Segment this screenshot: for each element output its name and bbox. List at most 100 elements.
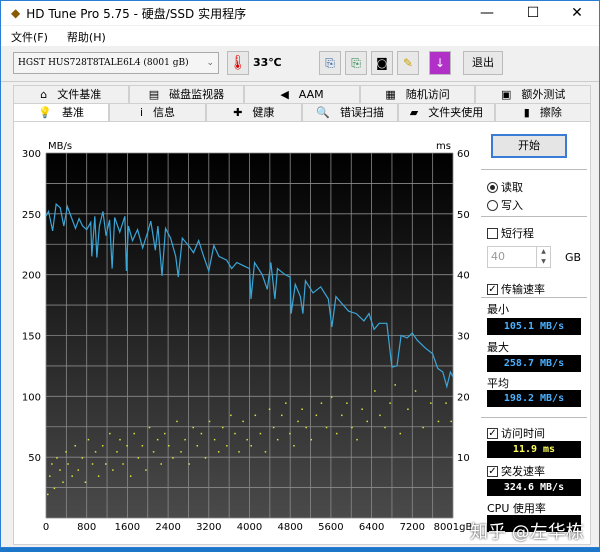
tab-info[interactable]: i 信息 bbox=[109, 103, 206, 121]
access-time-point bbox=[112, 469, 114, 471]
access-time-label: 访问时间 bbox=[501, 427, 545, 440]
read-radio[interactable]: 读取 bbox=[487, 179, 523, 195]
watermark: 知乎 @左华栋 bbox=[470, 522, 584, 543]
access-time-point bbox=[272, 426, 275, 429]
access-time-point bbox=[62, 481, 64, 483]
tab-random-access[interactable]: ▦ 随机访问 bbox=[359, 85, 476, 103]
menu-help[interactable]: 帮助(H) bbox=[57, 26, 115, 46]
access-time-point bbox=[361, 408, 363, 410]
access-time-point bbox=[126, 445, 128, 447]
minimize-button[interactable]: — bbox=[465, 1, 509, 25]
disk-monitor-icon: ▤ bbox=[148, 88, 160, 101]
screenshot-icon[interactable]: ◙ bbox=[371, 51, 393, 75]
tab-label: 文件基准 bbox=[57, 88, 102, 101]
tab-benchmark[interactable]: 💡 基准 bbox=[13, 103, 110, 121]
max-display: 258.7 MB/s bbox=[487, 355, 581, 372]
access-time-point bbox=[71, 475, 73, 477]
access-time-point bbox=[335, 432, 338, 435]
tab-speaker[interactable]: ◀ AAM bbox=[244, 85, 360, 103]
write-radio[interactable]: 写入 bbox=[487, 197, 523, 213]
tab-health[interactable]: ✚ 健康 bbox=[205, 103, 302, 121]
access-time-point bbox=[148, 426, 151, 429]
divider bbox=[481, 216, 587, 217]
tab-label: 随机访问 bbox=[405, 88, 450, 101]
access-time-point bbox=[192, 426, 195, 429]
short-stroke-checkbox[interactable]: 短行程 bbox=[487, 225, 534, 241]
y-tick-label: 300 bbox=[22, 149, 41, 160]
tab-file-benchmark[interactable]: ⌂ 文件基准 bbox=[13, 85, 129, 103]
access-time-point bbox=[208, 420, 211, 423]
access-time-point bbox=[234, 432, 236, 435]
short-stroke-label: 短行程 bbox=[501, 227, 534, 240]
exit-button[interactable]: 退出 bbox=[463, 51, 503, 75]
file-benchmark-icon: ⌂ bbox=[40, 88, 48, 101]
spinner-arrows[interactable]: ▲ ▼ bbox=[536, 247, 550, 267]
x-tick-label: 7200 bbox=[400, 522, 425, 533]
access-time-point bbox=[394, 384, 396, 386]
cpu-usage-label: CPU 使用率 bbox=[487, 502, 546, 515]
access-time-point bbox=[77, 469, 80, 471]
access-time-point bbox=[389, 402, 391, 404]
access-time-point bbox=[105, 463, 107, 465]
transfer-rate-checkbox[interactable]: ✓ 传输速率 bbox=[487, 281, 545, 297]
tab-label: 健康 bbox=[252, 106, 275, 119]
access-time-point bbox=[366, 420, 368, 423]
x-tick-label: 800 bbox=[77, 522, 96, 533]
access-time-point bbox=[276, 438, 279, 441]
y2-tick-label: 40 bbox=[457, 271, 470, 282]
drive-select[interactable]: HGST HUS728T8TALE6L4 (8001 gB) ⌄ bbox=[13, 52, 219, 74]
tab-label: 错误扫描 bbox=[340, 106, 384, 119]
short-stroke-input[interactable]: 40 ▲ ▼ bbox=[487, 246, 551, 268]
access-time-point bbox=[56, 457, 58, 459]
access-time-point bbox=[81, 457, 84, 459]
tab-disk-monitor[interactable]: ▤ 磁盘监视器 bbox=[128, 85, 245, 103]
save-icon[interactable]: ↓ bbox=[429, 51, 451, 75]
access-time-point bbox=[109, 432, 111, 435]
access-time-point bbox=[141, 445, 144, 447]
tab-error-scan[interactable]: 🔍 错误扫描 bbox=[301, 103, 399, 121]
options-icon[interactable]: ✎ bbox=[397, 51, 419, 75]
drive-select-value: HGST HUS728T8TALE6L4 (8001 gB) bbox=[18, 58, 189, 68]
y2-tick-label: 60 bbox=[457, 149, 470, 160]
thermometer-icon[interactable]: 🌡 bbox=[227, 51, 249, 75]
right-axis-unit: ms bbox=[436, 141, 451, 152]
start-button[interactable]: 开始 bbox=[491, 134, 567, 158]
min-label: 最小 bbox=[487, 303, 509, 316]
access-time-point bbox=[49, 475, 51, 477]
y-tick-label: 200 bbox=[22, 271, 41, 282]
tab-label: 磁盘监视器 bbox=[169, 88, 225, 101]
close-button[interactable]: ✕ bbox=[555, 1, 599, 25]
x-tick-label: 4000 bbox=[237, 522, 262, 533]
access-time-point bbox=[297, 420, 299, 423]
tab-extra-tests[interactable]: ▣ 额外测试 bbox=[475, 85, 591, 103]
access-time-point bbox=[200, 432, 203, 435]
temperature-readout: 33℃ bbox=[253, 56, 282, 69]
title-bar: ◆ HD Tune Pro 5.75 - 硬盘/SSD 实用程序 — ☐ ✕ bbox=[1, 1, 599, 25]
chevron-down-icon: ⌄ bbox=[206, 58, 214, 68]
access-time-point bbox=[213, 438, 216, 441]
tab-folder[interactable]: ▰ 文件夹使用 bbox=[398, 103, 495, 121]
benchmark-chart: 300250200150100506050403020100 800 1600 240… bbox=[22, 141, 471, 533]
access-time-point bbox=[230, 414, 232, 417]
radio-selected bbox=[487, 181, 498, 193]
max-label: 最大 bbox=[487, 341, 509, 354]
app-icon: ◆ bbox=[11, 6, 21, 20]
tab-label: 额外测试 bbox=[521, 88, 566, 101]
copy-all-icon[interactable]: ⎘ bbox=[345, 51, 367, 75]
maximize-button[interactable]: ☐ bbox=[511, 1, 555, 25]
access-time-point bbox=[320, 402, 323, 404]
access-time-point bbox=[254, 414, 257, 417]
access-time-point bbox=[445, 402, 447, 404]
access-time-checkbox[interactable]: ✓ 访问时间 bbox=[487, 425, 545, 441]
extra-tests-icon: ▣ bbox=[500, 88, 512, 101]
access-time-point bbox=[94, 451, 97, 453]
short-stroke-value: 40 bbox=[491, 250, 505, 263]
access-time-point bbox=[101, 445, 104, 447]
copy-info-icon[interactable]: ⎘ bbox=[319, 51, 341, 75]
menu-file[interactable]: 文件(F) bbox=[1, 26, 57, 46]
access-time-point bbox=[184, 438, 186, 441]
tab-erase[interactable]: ▮ 擦除 bbox=[494, 103, 591, 121]
access-time-point bbox=[246, 438, 248, 441]
controls-panel: 开始 读取 写入 短行程 40 ▲ ▼ GB ✓ 传输速率 最小 105.1 MB/s… bbox=[479, 121, 591, 545]
burst-rate-checkbox[interactable]: ✓ 突发速率 bbox=[487, 463, 545, 479]
